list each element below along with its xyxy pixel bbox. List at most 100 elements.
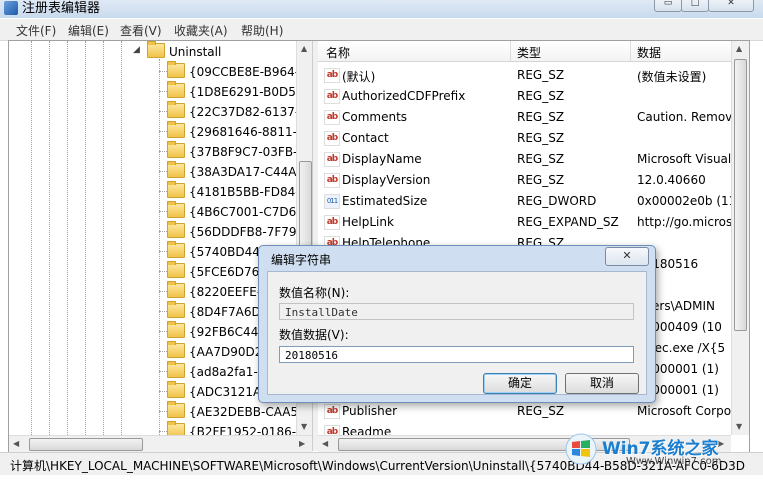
tree-item-label: {1D8E6291-B0D5-3 (189, 85, 308, 99)
tree-item[interactable]: {92FB6C44-E (159, 321, 270, 341)
column-header-type[interactable]: 类型 (517, 44, 541, 61)
collapse-arrow-icon[interactable]: ◢ (133, 45, 140, 55)
tree-hscroll-thumb[interactable] (29, 438, 143, 451)
tree-item[interactable]: {37B8F9C7-03FB-3 (159, 141, 306, 161)
value-data-input[interactable]: 20180516 (279, 346, 634, 363)
cell-type: REG_SZ (517, 173, 565, 187)
string-value-icon: ab (324, 89, 340, 104)
tree-item[interactable]: {8D4F7A6D-6 (159, 301, 273, 321)
cancel-button[interactable]: 取消 (565, 373, 639, 394)
tree-item[interactable]: {4181B5BB-FD84-4 (159, 181, 308, 201)
list-row[interactable]: ab DisplayVersion REG_SZ 12.0.40660 (318, 170, 731, 191)
tree-horizontal-scrollbar[interactable]: ◀ ▶ (9, 435, 312, 452)
cell-name: AuthorizedCDFPrefix (342, 89, 466, 103)
cell-name: HelpLink (342, 215, 394, 229)
list-row[interactable]: 011 EstimatedSize REG_DWORD 0x00002e0b (11 (318, 191, 731, 212)
cell-type: REG_DWORD (517, 194, 597, 208)
cell-type: REG_SZ (517, 131, 565, 145)
menu-bar: 文件(F) 编辑(E) 查看(V) 收藏夹(A) 帮助(H) (0, 19, 763, 41)
folder-open-icon (147, 41, 165, 58)
folder-icon (167, 61, 185, 78)
menu-favorites[interactable]: 收藏夹(A) (174, 22, 228, 39)
cell-name: Publisher (342, 404, 398, 418)
cell-name: EstimatedSize (342, 194, 428, 208)
tree-item-label: {4181B5BB-FD84-4 (189, 185, 308, 199)
folder-icon (167, 241, 185, 258)
dialog-close-button[interactable]: ✕ (605, 247, 649, 266)
list-row[interactable]: ab Publisher REG_SZ Microsoft Corpo (318, 401, 731, 422)
list-vertical-scrollbar[interactable]: ▲ ▼ (731, 41, 749, 435)
list-scroll-thumb[interactable] (734, 59, 747, 331)
scroll-down-arrow-icon[interactable]: ▼ (301, 422, 307, 431)
tree-item[interactable]: {4B6C7001-C7D6-3 (159, 201, 308, 221)
column-header-name[interactable]: 名称 (326, 44, 350, 61)
string-value-icon: ab (324, 173, 340, 188)
menu-view[interactable]: 查看(V) (120, 22, 162, 39)
scroll-left-arrow-icon[interactable]: ◀ (322, 439, 328, 448)
folder-icon (167, 401, 185, 418)
tree-item-uninstall[interactable]: ◢ Uninstall (133, 41, 221, 61)
list-row[interactable]: ab HelpLink REG_EXPAND_SZ http://go.micros (318, 212, 731, 233)
menu-edit[interactable]: 编辑(E) (68, 22, 109, 39)
cell-type: REG_SZ (517, 404, 565, 418)
value-name-field: InstallDate (279, 303, 634, 320)
ok-button[interactable]: 确定 (483, 373, 557, 394)
cell-data: Caution. Removi (637, 110, 731, 124)
scroll-up-arrow-icon[interactable]: ▲ (736, 44, 742, 53)
folder-icon (167, 121, 185, 138)
tree-item[interactable]: {1D8E6291-B0D5-3 (159, 81, 308, 101)
cell-type: REG_SZ (517, 68, 565, 82)
cell-type: REG_EXPAND_SZ (517, 215, 619, 229)
cell-data: 12.0.40660 (637, 173, 706, 187)
tree-item[interactable]: {22C37D82-6137-4 (159, 101, 307, 121)
string-value-icon: ab (324, 68, 340, 83)
tree-item-label: {37B8F9C7-03FB-3 (189, 145, 306, 159)
tree-item-label: {29681646-8811-4 (189, 125, 305, 139)
tree-item[interactable]: {5FCE6D76-F (159, 261, 271, 281)
menu-help[interactable]: 帮助(H) (241, 22, 283, 39)
scroll-down-arrow-icon[interactable]: ▼ (736, 422, 742, 431)
watermark: Win7系统之家 Www.Winwin7.com (564, 432, 760, 472)
cell-name: Contact (342, 131, 389, 145)
close-button[interactable]: ✕ (708, 0, 754, 12)
cell-name: Comments (342, 110, 408, 124)
tree-item-label: {AE32DEBB-CAA5-4 (189, 405, 311, 419)
folder-icon (167, 81, 185, 98)
folder-icon (167, 141, 185, 158)
list-row[interactable]: ab AuthorizedCDFPrefix REG_SZ (318, 86, 731, 107)
list-row[interactable]: ab Contact REG_SZ (318, 128, 731, 149)
tree-item[interactable]: {29681646-8811-4 (159, 121, 305, 141)
tree-item[interactable]: {09CCBE8E-B964-3 (159, 61, 307, 81)
tree-item[interactable]: {AE32DEBB-CAA5-4 (159, 401, 311, 421)
dialog-body: 数值名称(N): InstallDate 数值数据(V): 20180516 确… (267, 271, 647, 395)
tree-item[interactable]: {56DDDFB8-7F79-4 (159, 221, 309, 241)
folder-icon (167, 261, 185, 278)
folder-icon (167, 101, 185, 118)
string-value-icon: ab (324, 110, 340, 125)
maximize-button[interactable]: □ (681, 0, 709, 12)
column-header-data[interactable]: 数据 (637, 44, 661, 61)
tree-item[interactable]: {38A3DA17-C44A-4 (159, 161, 309, 181)
minimize-button[interactable]: ▭ (654, 0, 682, 12)
list-row[interactable]: ab (默认) REG_SZ (数值未设置) (318, 65, 731, 86)
dialog-title: 编辑字符串 (271, 253, 332, 267)
folder-icon (167, 221, 185, 238)
cell-type: REG_SZ (517, 110, 565, 124)
scroll-right-arrow-icon[interactable]: ▶ (299, 439, 305, 448)
tree-item-label: {38A3DA17-C44A-4 (189, 165, 309, 179)
scroll-left-arrow-icon[interactable]: ◀ (13, 439, 19, 448)
list-row[interactable]: ab Comments REG_SZ Caution. Removi (318, 107, 731, 128)
cell-name: (默认) (342, 70, 376, 84)
tree-item[interactable]: {B2FF1952-0186-4 (159, 421, 304, 435)
tree-item[interactable]: {5740BD44-B (159, 241, 272, 261)
tree-item-label: {22C37D82-6137-4 (189, 105, 307, 119)
list-row[interactable]: ab DisplayName REG_SZ Microsoft Visual (318, 149, 731, 170)
tree-item-label: {B2FF1952-0186-4 (189, 425, 304, 435)
string-value-icon: ab (324, 404, 340, 419)
folder-icon (167, 181, 185, 198)
folder-icon (167, 321, 185, 338)
cell-name: Readme (342, 425, 392, 435)
scroll-up-arrow-icon[interactable]: ▲ (301, 44, 307, 53)
menu-file[interactable]: 文件(F) (16, 22, 56, 39)
folder-icon (167, 421, 185, 435)
